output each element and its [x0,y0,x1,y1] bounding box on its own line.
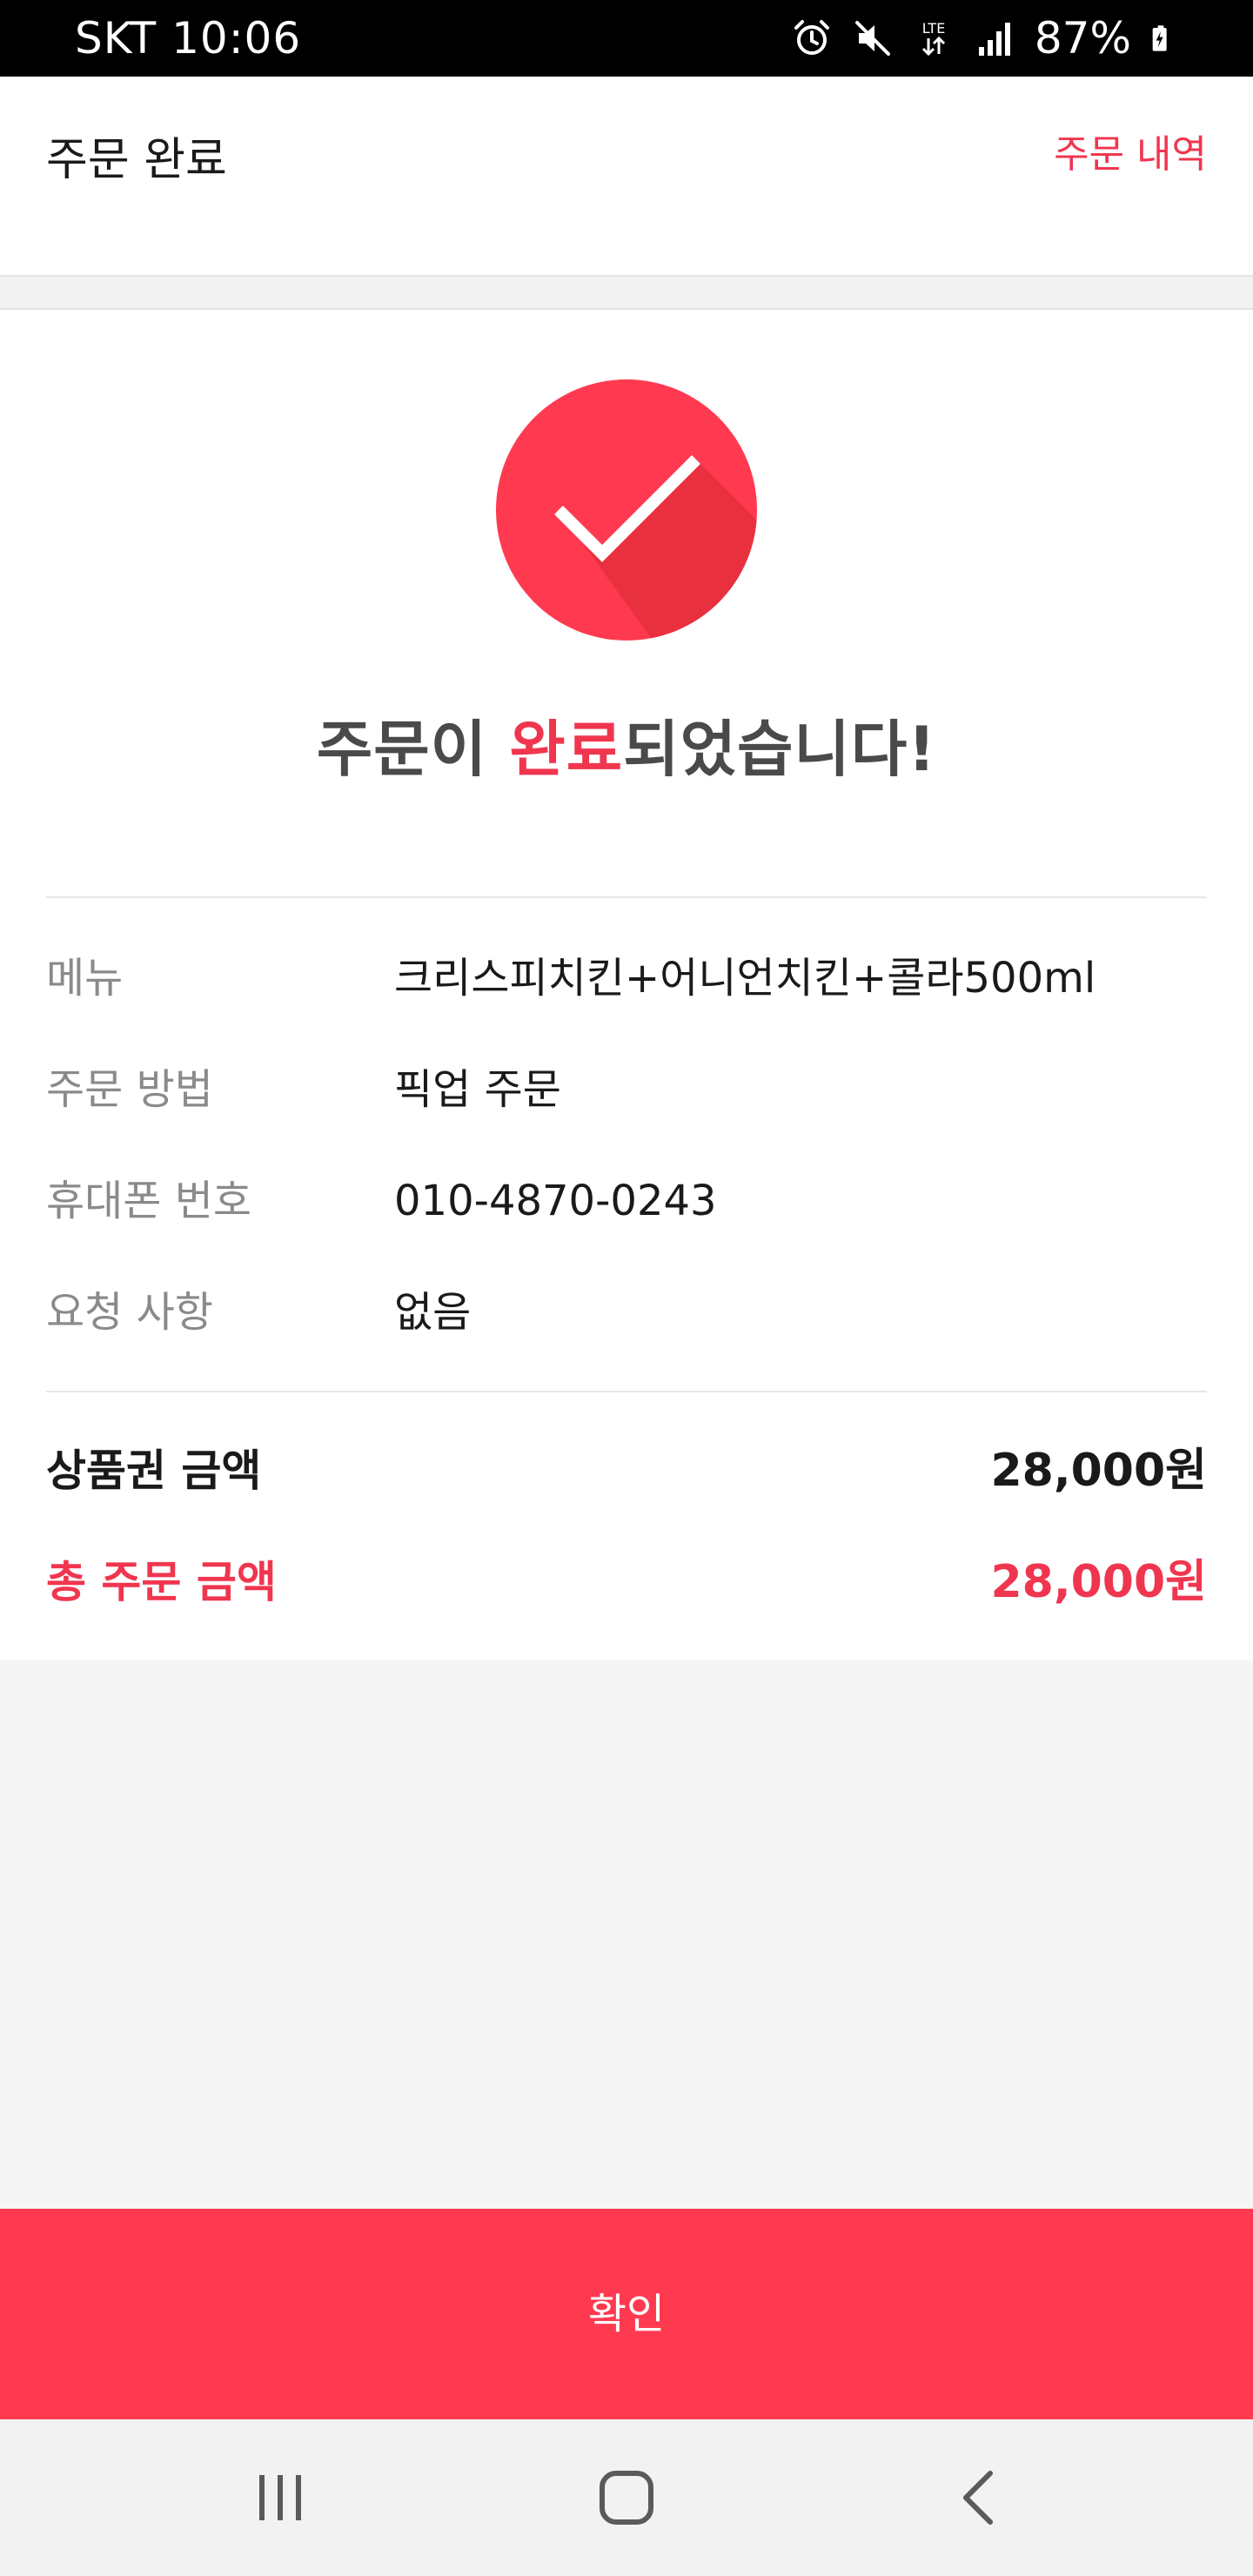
section-divider-band [0,277,1253,310]
order-history-link[interactable]: 주문 내역 [1054,131,1207,179]
details-divider-bottom [46,1391,1207,1392]
detail-value: 없음 [394,1288,472,1337]
mute-icon [854,21,890,56]
headline-prefix: 주문이 [316,714,510,785]
detail-value: 픽업 주문 [394,1065,561,1114]
page-title: 주문 완료 [46,134,227,186]
headline-accent: 완료 [509,714,624,785]
home-icon [600,2471,653,2525]
detail-row-menu: 메뉴 크리스피치킨+어니언치킨+콜라500ml [46,943,1207,1013]
details-divider-top [46,896,1207,898]
alarm-icon [794,20,829,55]
recents-button[interactable] [245,2463,315,2532]
status-bar: SKT 10:06 LTE 87% [0,0,1253,77]
detail-label: 주문 방법 [46,1065,213,1114]
voucher-amount-row: 상품권 금액 28,000원 [46,1436,1207,1506]
order-complete-screen: SKT 10:06 LTE 87% 주문 완료 주문 내역 주문이 완료되었습니… [0,0,1253,2576]
detail-label: 휴대폰 번호 [46,1177,252,1225]
total-amount-row: 총 주문 금액 28,000원 [46,1547,1207,1617]
signal-icon [978,23,1010,56]
headline-suffix: 되었습니다! [623,714,937,785]
lte-label: LTE [922,20,946,37]
status-carrier-time: SKT 10:06 [75,13,302,64]
home-button[interactable] [592,2463,661,2532]
detail-row-request: 요청 사항 없음 [46,1278,1207,1347]
back-icon [963,2471,993,2525]
confirm-button[interactable]: 확인 [0,2209,1253,2419]
detail-value: 010-4870-0243 [394,1177,717,1225]
detail-row-method: 주문 방법 픽업 주문 [46,1055,1207,1124]
status-icons: LTE 87% [791,10,1178,66]
total-amount-label: 총 주문 금액 [46,1557,277,1607]
system-nav-bar [0,2419,1253,2576]
recents-icon [259,2475,301,2520]
lte-icon: LTE [922,20,946,57]
detail-value: 크리스피치킨+어니언치킨+콜라500ml [394,954,1096,1003]
detail-label: 메뉴 [46,954,124,1003]
total-amount-value: 28,000원 [990,1556,1207,1608]
detail-label: 요청 사항 [46,1288,213,1337]
back-button[interactable] [945,2463,1015,2532]
battery-charging-icon [1152,25,1167,51]
battery-percent: 87% [1034,13,1131,64]
check-circle-icon [496,379,757,641]
voucher-amount-value: 28,000원 [990,1445,1207,1497]
voucher-amount-label: 상품권 금액 [46,1446,262,1496]
completion-headline: 주문이 완료되었습니다! [0,710,1253,788]
detail-row-phone: 휴대폰 번호 010-4870-0243 [46,1166,1207,1236]
order-summary-card: 주문이 완료되었습니다! 메뉴 크리스피치킨+어니언치킨+콜라500ml 주문 … [0,310,1253,1660]
app-header: 주문 완료 주문 내역 [0,77,1253,277]
